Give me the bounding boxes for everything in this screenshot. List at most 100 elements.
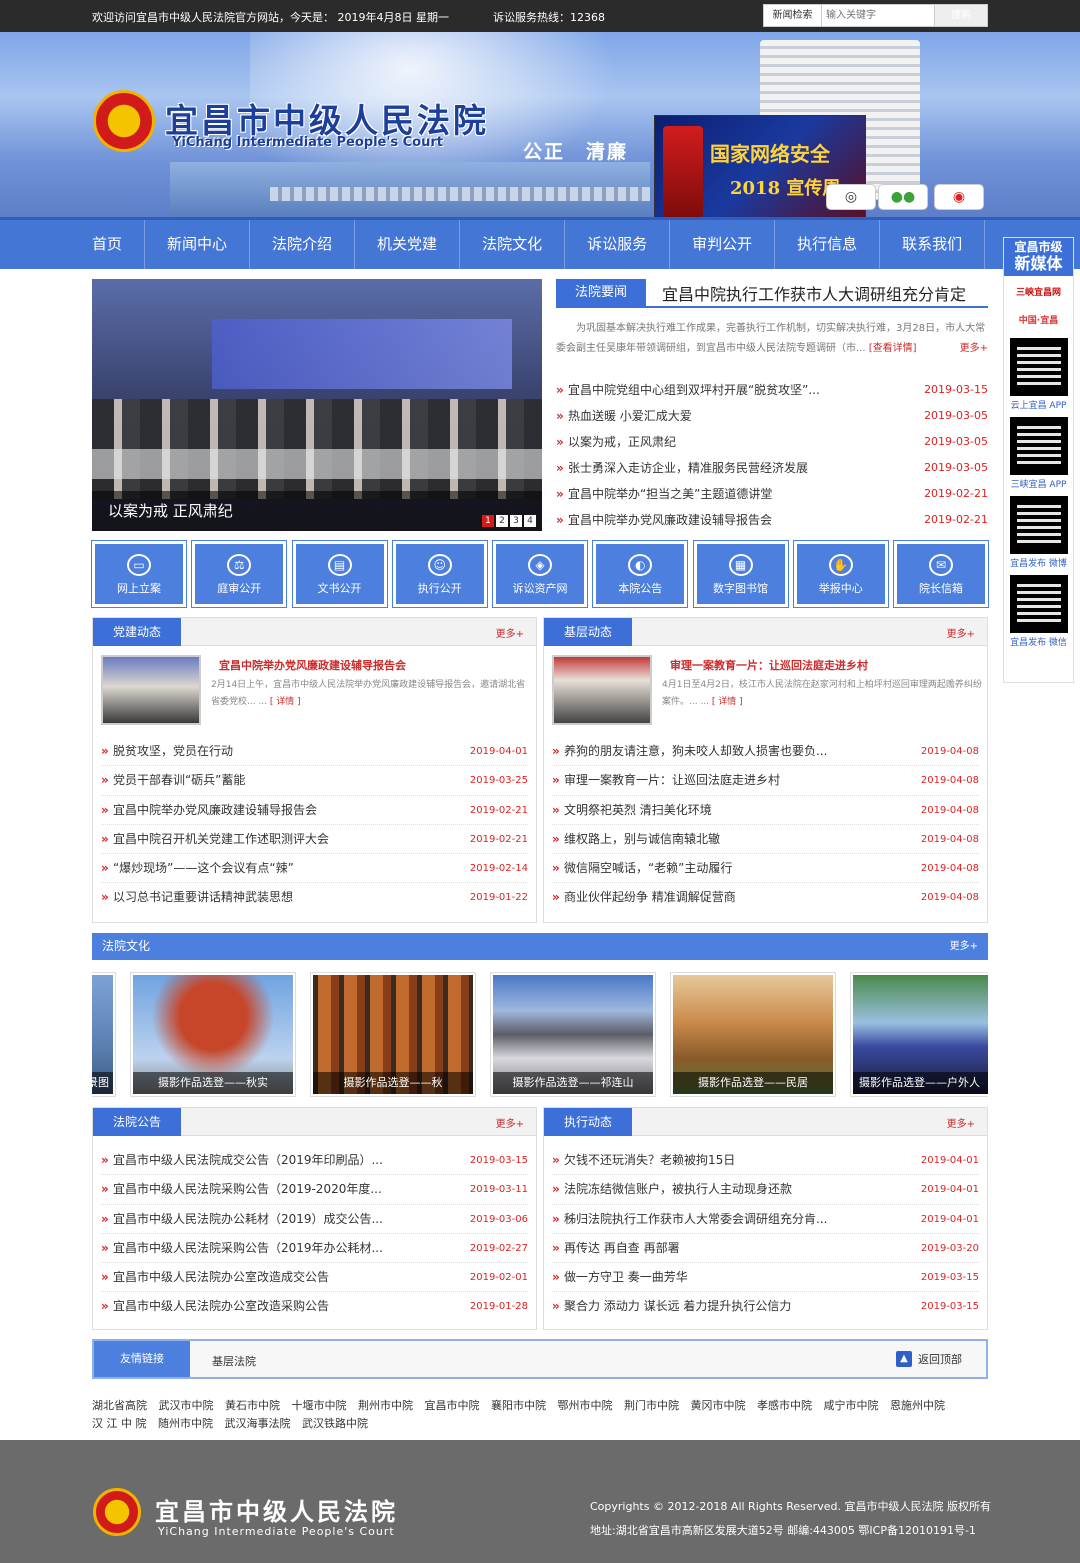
photo-card[interactable]: 摄影作品选登——祁连山 [490, 972, 656, 1097]
court-link[interactable]: 荆门市中院 [624, 1399, 679, 1412]
weibo-icon[interactable]: ◎ [826, 184, 876, 210]
panel-more-link[interactable]: 更多+ [947, 1115, 975, 1130]
news-title[interactable]: 宜昌中院党组中心组到双坪村开展“脱贫攻坚”... [556, 377, 820, 403]
item-title[interactable]: 宜昌市中级人民法院采购公告（2019-2020年度... [101, 1175, 382, 1203]
nav-execution[interactable]: 执行信息 [775, 220, 881, 269]
court-link[interactable]: 襄阳市中院 [491, 1399, 546, 1412]
photo-card[interactable]: 摄影作品选登——秋实 [130, 972, 296, 1097]
photo-card[interactable]: 摄影作品选登——民居 [670, 972, 836, 1097]
item-title[interactable]: 以习总书记重要讲话精神武装思想 [101, 883, 293, 912]
slider-dot[interactable]: 3 [510, 515, 522, 527]
list-item[interactable]: 聚合力 添动力 谋长远 着力提升执行公信力 2019-03-15 [552, 1292, 979, 1321]
litigation-assets-button[interactable]: ◈ 诉讼资产网 [492, 540, 588, 608]
list-item[interactable]: 宜昌中院举办“担当之美”主题道德讲堂 2019-02-21 [556, 481, 988, 507]
nav-contact[interactable]: 联系我们 [880, 220, 986, 269]
president-mailbox-button[interactable]: ✉ 院长信箱 [893, 540, 989, 608]
court-link[interactable]: 武汉铁路中院 [302, 1417, 368, 1430]
search-input[interactable] [822, 5, 934, 26]
documents-open-button[interactable]: ▤ 文书公开 [291, 540, 388, 608]
list-item[interactable]: 再传达 再自查 再部署 2019-03-20 [552, 1234, 979, 1264]
court-link[interactable]: 十堰市中院 [292, 1399, 347, 1412]
photo-carousel[interactable]: 景图 摄影作品选登——秋实 摄影作品选登——秋 摄影作品选登——祁连山 摄影作品… [92, 972, 988, 1098]
list-item[interactable]: 党员干部春训“砺兵”蓄能 2019-03-25 [101, 766, 528, 796]
photo-card[interactable]: 摄影作品选登——户外人 [850, 972, 988, 1097]
list-item[interactable]: 以习总书记重要讲话精神武装思想 2019-01-22 [101, 883, 528, 912]
item-title[interactable]: 维权路上，别与诚信南辕北辙 [552, 825, 720, 853]
nav-news[interactable]: 新闻中心 [145, 220, 251, 269]
court-link[interactable]: 湖北省高院 [92, 1399, 147, 1412]
list-item[interactable]: 张士勇深入走访企业，精准服务民营经济发展 2019-03-05 [556, 455, 988, 481]
feature-detail-link[interactable]: [ 详情 ] [270, 697, 301, 707]
list-item[interactable]: 宜昌市中级人民法院办公室改造采购公告 2019-01-28 [101, 1292, 528, 1321]
slide-caption[interactable]: 以案为戒 正风肃纪 [92, 491, 542, 531]
item-title[interactable]: 微信隔空喊话，“老赖”主动履行 [552, 854, 732, 882]
news-title[interactable]: 宜昌中院举办“担当之美”主题道德讲堂 [556, 481, 772, 507]
list-item[interactable]: 文明祭祀英烈 清扫美化环境 2019-04-08 [552, 796, 979, 825]
court-link[interactable]: 咸宁市中院 [824, 1399, 879, 1412]
culture-title[interactable]: 法院文化 [102, 939, 150, 953]
panel-more-link[interactable]: 更多+ [496, 625, 524, 640]
court-link[interactable]: 荆州市中院 [358, 1399, 413, 1412]
item-title[interactable]: 宜昌市中级人民法院成交公告（2019年印刷品）... [101, 1146, 383, 1174]
photo-card[interactable]: 摄影作品选登——秋 [310, 972, 476, 1097]
list-item[interactable]: 养狗的朋友请注意，狗未咬人却致人损害也要负... 2019-04-08 [552, 737, 979, 767]
news-title[interactable]: 宜昌中院举办党风廉政建设辅导报告会 [556, 507, 772, 533]
feature-thumbnail[interactable] [552, 655, 652, 725]
list-item[interactable]: 微信隔空喊话，“老赖”主动履行 2019-04-08 [552, 854, 979, 884]
item-title[interactable]: 秭归法院执行工作获市人大常委会调研组充分肯... [552, 1205, 827, 1233]
news-slider[interactable]: 以案为戒 正风肃纪 1 2 3 4 [92, 279, 542, 531]
nav-culture[interactable]: 法院文化 [460, 220, 566, 269]
list-item[interactable]: 宜昌市中级人民法院办公室改造成交公告 2019-02-01 [101, 1263, 528, 1293]
back-to-top-button[interactable]: ▲ 返回顶部 [896, 1351, 962, 1367]
digital-library-button[interactable]: ▦ 数字图书馆 [692, 540, 789, 608]
photo-card[interactable]: 景图 [92, 972, 116, 1097]
item-title[interactable]: 聚合力 添动力 谋长远 着力提升执行公信力 [552, 1292, 791, 1321]
list-item[interactable]: 宜昌中院召开机关党建工作述职测评大会 2019-02-21 [101, 825, 528, 855]
item-title[interactable]: 做一方守卫 奏一曲芳华 [552, 1263, 688, 1291]
list-item[interactable]: 宜昌市中级人民法院采购公告（2019年办公耗材... 2019-02-27 [101, 1234, 528, 1264]
panel-more-link[interactable]: 更多+ [496, 1115, 524, 1130]
item-title[interactable]: 审理一案教育一片：让巡回法庭走进乡村 [552, 766, 780, 794]
list-item[interactable]: 以案为戒，正风肃纪 2019-03-05 [556, 429, 988, 455]
item-title[interactable]: 法院冻结微信账户，被执行人主动现身还款 [552, 1175, 792, 1203]
list-item[interactable]: 商业伙伴起纷争 精准调解促营商 2019-04-08 [552, 883, 979, 912]
list-item[interactable]: 宜昌市中级人民法院采购公告（2019-2020年度... 2019-03-11 [101, 1175, 528, 1205]
list-item[interactable]: 宜昌中院举办党风廉政建设辅导报告会 2019-02-21 [101, 796, 528, 825]
court-link[interactable]: 鄂州市中院 [558, 1399, 613, 1412]
court-link[interactable]: 宜昌市中院 [425, 1399, 480, 1412]
slider-dot[interactable]: 1 [482, 515, 494, 527]
search-button[interactable]: 搜索 [934, 5, 987, 26]
nav-home[interactable]: 首页 [92, 220, 146, 269]
item-title[interactable]: 宜昌中院举办党风廉政建设辅导报告会 [101, 796, 317, 824]
item-title[interactable]: 党员干部春训“砺兵”蓄能 [101, 766, 245, 794]
court-notice-button[interactable]: ◐ 本院公告 [592, 540, 689, 608]
nav-about[interactable]: 法院介绍 [250, 220, 356, 269]
list-item[interactable]: 宜昌市中级人民法院成交公告（2019年印刷品）... 2019-03-15 [101, 1146, 528, 1176]
list-item[interactable]: 宜昌中院党组中心组到双坪村开展“脱贫攻坚”... 2019-03-15 [556, 377, 988, 403]
nav-litigation[interactable]: 诉讼服务 [565, 220, 671, 269]
item-title[interactable]: 脱贫攻坚，党员在行动 [101, 737, 233, 765]
court-link[interactable]: 武汉市中院 [159, 1399, 214, 1412]
news-title[interactable]: 热血送暖 小爱汇成大爱 [556, 403, 692, 429]
court-link[interactable]: 武汉海事法院 [225, 1417, 291, 1430]
list-item[interactable]: 热血送暖 小爱汇成大爱 2019-03-05 [556, 403, 988, 429]
item-title[interactable]: 文明祭祀英烈 清扫美化环境 [552, 796, 712, 824]
panel-title[interactable]: 执行动态 [544, 1108, 632, 1136]
online-filing-button[interactable]: ▭ 网上立案 [91, 540, 187, 608]
nav-party[interactable]: 机关党建 [355, 220, 461, 269]
headline-detail-link[interactable]: [查看详情] [869, 343, 917, 354]
wechat-icon[interactable]: ●● [878, 184, 928, 210]
item-title[interactable]: 养狗的朋友请注意，狗未咬人却致人损害也要负... [552, 737, 827, 765]
item-title[interactable]: 宜昌市中级人民法院采购公告（2019年办公耗材... [101, 1234, 383, 1262]
court-link[interactable]: 黄冈市中院 [691, 1399, 746, 1412]
feature-title[interactable]: 审理一案教育一片：让巡回法庭走进乡村 [670, 657, 868, 673]
trial-open-button[interactable]: ⚖ 庭审公开 [191, 540, 288, 608]
item-title[interactable]: “爆炒现场”——这个会议有点“辣” [101, 854, 294, 882]
item-title[interactable]: 宜昌中院召开机关党建工作述职测评大会 [101, 825, 329, 853]
list-item[interactable]: 宜昌市中级人民法院办公耗材（2019）成交公告... 2019-03-06 [101, 1205, 528, 1234]
execution-open-button[interactable]: ☺ 执行公开 [391, 540, 488, 608]
nav-trial[interactable]: 审判公开 [670, 220, 776, 269]
court-level-select[interactable]: 基层法院 [212, 1353, 256, 1369]
feature-title[interactable]: 宜昌中院举办党风廉政建设辅导报告会 [219, 657, 406, 673]
search-type-select[interactable]: 新闻检索 [764, 5, 822, 26]
